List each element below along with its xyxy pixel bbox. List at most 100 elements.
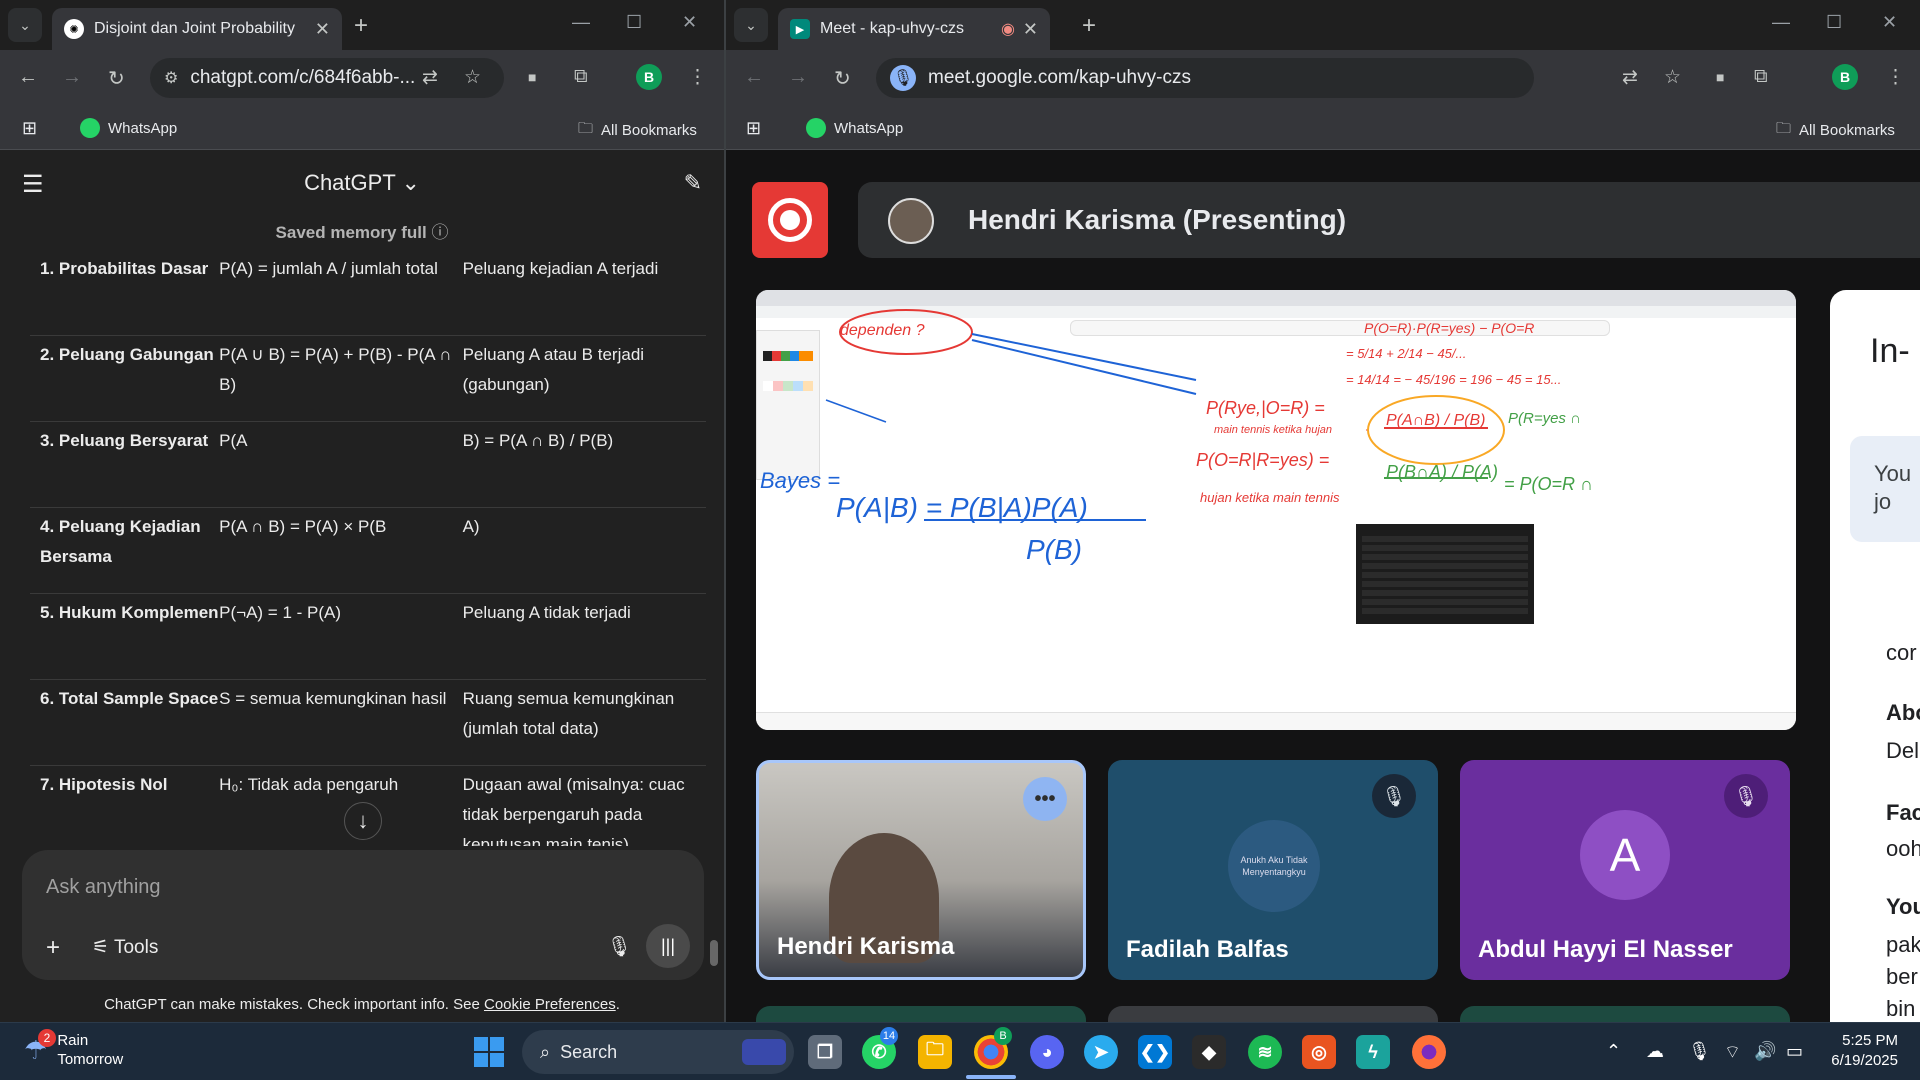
all-bookmarks[interactable]: 🗀 All Bookmarks	[578, 118, 697, 143]
forward-icon[interactable]: →	[62, 66, 82, 89]
extensions-puzzle-icon[interactable]: ⧉	[574, 66, 588, 88]
model-selector[interactable]: ChatGPT ⌄	[0, 170, 724, 196]
minimize-button[interactable]: —	[1772, 12, 1790, 33]
translate-icon[interactable]: ⇄	[422, 66, 438, 89]
apps-grid-icon[interactable]: ⊞	[22, 118, 37, 139]
spotify-app-icon[interactable]: ≋	[1248, 1035, 1282, 1069]
table-cell: 6. Total Sample Space	[40, 689, 219, 708]
menu-kebab-icon[interactable]: ⋮	[1886, 66, 1905, 89]
microphone-icon[interactable]: 🎙	[607, 934, 632, 959]
tools-button[interactable]: ⚟ Tools	[92, 936, 158, 959]
cookie-preferences-link[interactable]: Cookie Preferences	[484, 996, 616, 1013]
taskbar-search[interactable]: ⌕ Search	[522, 1030, 794, 1074]
scrollbar-thumb[interactable]	[710, 940, 718, 966]
discord-app-icon[interactable]: ◕	[1030, 1035, 1064, 1069]
extension-icon[interactable]: ■	[1716, 69, 1724, 85]
new-chat-icon[interactable]: ✎	[684, 170, 702, 196]
table-cell: Ruang semua kemungkinan (jumlah total da…	[462, 689, 675, 738]
apps-grid-icon[interactable]: ⊞	[746, 118, 761, 139]
translate-icon[interactable]: ⇄	[1622, 66, 1638, 89]
weather-widget[interactable]: ☂ 2 Rain Tomorrow	[24, 1028, 123, 1069]
new-tab-button[interactable]: +	[1082, 12, 1096, 40]
vscode-app-icon[interactable]: ❮❯	[1138, 1035, 1172, 1069]
cloud-offline-icon[interactable]: ☁	[1646, 1041, 1664, 1062]
all-bookmarks[interactable]: 🗀 All Bookmarks	[1776, 118, 1895, 143]
start-button[interactable]	[474, 1037, 504, 1067]
chat-scrollbar[interactable]	[710, 400, 718, 970]
ubuntu-app-icon[interactable]: ◎	[1302, 1035, 1336, 1069]
profile-avatar[interactable]: B	[636, 64, 662, 90]
side-panel-text: ber	[1886, 964, 1918, 989]
back-icon[interactable]: ←	[744, 66, 764, 89]
bookmark-whatsapp[interactable]: WhatsApp	[806, 118, 903, 138]
more-options-button[interactable]: •••	[1023, 777, 1067, 821]
presenter-bar: Hendri Karisma (Presenting)	[858, 182, 1920, 258]
table-cell: 3. Peluang Bersyarat	[40, 431, 209, 450]
system-clock[interactable]: 5:25 PM 6/19/2025	[1831, 1031, 1898, 1071]
task-view-icon[interactable]: ❐	[808, 1035, 842, 1069]
info-icon[interactable]: ⓘ	[431, 223, 448, 242]
bookmark-label: All Bookmarks	[601, 122, 697, 139]
scroll-to-bottom-button[interactable]: ↓	[344, 802, 382, 840]
attach-plus-icon[interactable]: +	[46, 934, 60, 962]
participant-tile-partial	[1108, 1006, 1438, 1022]
forward-icon[interactable]: →	[788, 66, 808, 89]
recording-button[interactable]	[752, 182, 828, 258]
wifi-icon[interactable]: ⌔	[1724, 1041, 1741, 1064]
clock-time: 5:25 PM	[1842, 1032, 1898, 1049]
bookmark-whatsapp[interactable]: WhatsApp	[80, 118, 177, 138]
extension-icon[interactable]: ■	[528, 69, 536, 85]
bookmark-star-icon[interactable]: ☆	[1664, 66, 1681, 89]
close-window-button[interactable]: ✕	[1882, 12, 1897, 33]
close-window-button[interactable]: ✕	[682, 12, 697, 33]
tab-title: Meet - kap-uhvy-czs	[820, 20, 965, 37]
close-tab-icon[interactable]: ✕	[315, 19, 330, 40]
extensions-puzzle-icon[interactable]: ⧉	[1754, 66, 1768, 88]
file-explorer-icon[interactable]: 🗀	[918, 1035, 952, 1069]
shared-screen[interactable]: dependen ? P(O=R)·P(R=yes) − P(O=R = 5/1…	[756, 290, 1796, 730]
reload-icon[interactable]: ↻	[834, 66, 851, 91]
bookmark-star-icon[interactable]: ☆	[464, 66, 481, 89]
lightning-app-icon[interactable]: ϟ	[1356, 1035, 1390, 1069]
microphone-in-use-icon[interactable]: 🎙	[890, 65, 916, 91]
tab-meet[interactable]: ▶ Meet - kap-uhvy-czs ◉ ✕	[778, 8, 1050, 50]
telegram-app-icon[interactable]: ➤	[1084, 1035, 1118, 1069]
back-icon[interactable]: ←	[18, 66, 38, 89]
volume-icon[interactable]: 🔊	[1754, 1041, 1776, 1062]
unity-app-icon[interactable]: ◆	[1192, 1035, 1226, 1069]
menu-kebab-icon[interactable]: ⋮	[688, 66, 707, 89]
wb-text: P(O=R)·P(R=yes) − P(O=R	[1364, 320, 1535, 336]
maximize-button[interactable]: ☐	[1826, 12, 1842, 33]
maximize-button[interactable]: ☐	[626, 12, 642, 33]
show-hidden-icons-chevron-icon[interactable]: ⌃	[1606, 1041, 1621, 1062]
record-icon	[768, 198, 812, 242]
chatgpt-header: ☰ ChatGPT ⌄ ✎	[0, 150, 724, 214]
probability-table: 1. Probabilitas Dasar P(A) = jumlah A / j…	[30, 250, 706, 846]
close-tab-icon[interactable]: ✕	[1023, 19, 1038, 40]
folder-icon: 🗀	[578, 120, 594, 137]
profile-avatar[interactable]: B	[1832, 64, 1858, 90]
tab-search-dropdown[interactable]: ⌄	[8, 8, 42, 42]
participant-tile-fadilah[interactable]: Anukh Aku Tidak Menyentangkyu 🎙 Fadilah …	[1108, 760, 1438, 980]
new-tab-button[interactable]: +	[354, 12, 368, 40]
microphone-tray-icon[interactable]: 🎙	[1688, 1041, 1711, 1062]
wb-text: P(B)	[1026, 534, 1082, 565]
side-panel-text: bin	[1886, 996, 1916, 1021]
firefox-app-icon[interactable]	[1412, 1035, 1446, 1069]
participant-tile-hendri[interactable]: ••• Hendri Karisma	[756, 760, 1086, 980]
minimize-button[interactable]: —	[572, 12, 590, 33]
prompt-input[interactable]: Ask anything	[46, 876, 161, 899]
participant-tile-abdul[interactable]: A 🎙 Abdul Hayyi El Nasser	[1460, 760, 1790, 980]
table-cell: 2. Peluang Gabungan	[40, 345, 214, 364]
tab-chatgpt[interactable]: ✺ Disjoint dan Joint Probability ✕	[52, 8, 342, 50]
wb-text: P(Rye,|O=R) =	[1206, 398, 1325, 418]
voice-mode-button[interactable]: |||	[646, 924, 690, 968]
battery-icon[interactable]: ▭	[1786, 1041, 1803, 1062]
reload-icon[interactable]: ↻	[108, 66, 125, 91]
site-info-icon[interactable]: ⚙	[164, 68, 178, 88]
embedded-table-screenshot	[1356, 524, 1534, 624]
tab-search-dropdown[interactable]: ⌄	[734, 8, 768, 42]
address-bar[interactable]: 🎙 meet.google.com/kap-uhvy-czs	[876, 58, 1534, 98]
search-icon: ⌕	[540, 1041, 551, 1062]
address-bar[interactable]: ⚙ chatgpt.com/c/684f6abb-...	[150, 58, 504, 98]
